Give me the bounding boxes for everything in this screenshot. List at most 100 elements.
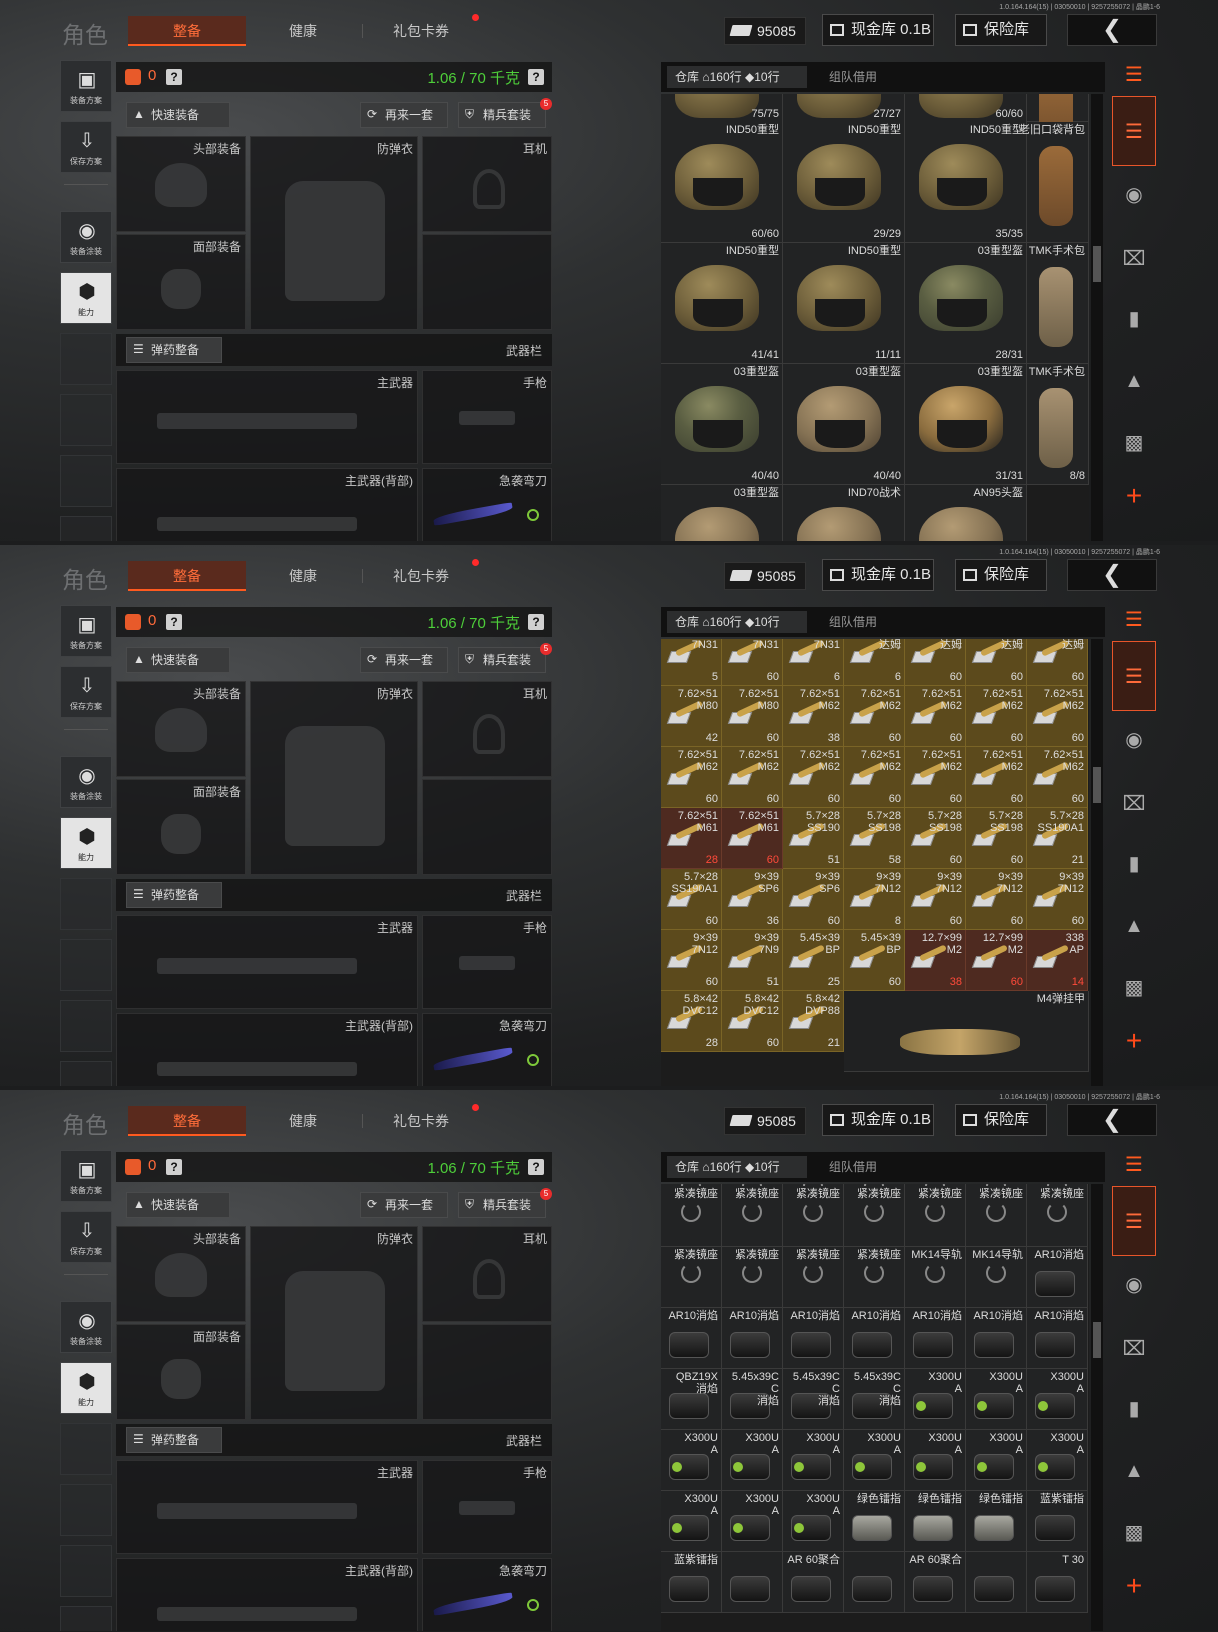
inventory-item[interactable]: X300U A [661,1491,722,1552]
rifle-category-icon[interactable]: ⌧ [1112,775,1156,833]
inventory-item[interactable]: X300U A [905,1369,966,1430]
equipment-skin-button[interactable]: ◉ 装备涂装 [60,211,112,263]
inventory-item[interactable] [844,1552,905,1613]
inventory-item[interactable]: 蓝紫镭指 [661,1552,722,1613]
inventory-item[interactable]: 紧凑镜座 [661,1186,722,1247]
inventory-item[interactable]: 9×19 7N31 6 [783,639,844,686]
inventory-item[interactable]: AR10消焰 [905,1308,966,1369]
inventory-item[interactable]: 5.7×28 SS190A1 21 [1027,808,1088,869]
add-icon[interactable]: + [1112,1557,1156,1615]
loadout-plan-button[interactable]: ▣ 装备方案 [60,60,112,112]
ear-slot[interactable]: 耳机 [422,681,552,777]
inventory-item[interactable]: 9×39 7N12 60 [661,930,722,991]
inventory-item[interactable]: T 30 [1027,1552,1088,1613]
tab-health[interactable]: 健康 [244,1106,362,1136]
inventory-item[interactable]: 蓝紫镭指 [1027,1491,1088,1552]
inventory-item[interactable]: 03重型盔 28/31 [905,243,1027,364]
inventory-item[interactable]: 5.45x39C C 消焰 [722,1369,783,1430]
inventory-item[interactable]: MK14导轨 [905,1247,966,1308]
primary-back-weapon-slot[interactable]: 主武器(背部) [116,1013,418,1086]
inventory-item[interactable]: X300U A [661,1430,722,1491]
save-plan-button[interactable]: ⇩ 保存方案 [60,666,112,718]
inventory-item[interactable]: IND50重型 11/11 [783,243,905,364]
inventory-item[interactable]: X300U A [1027,1369,1088,1430]
inventory-item[interactable]: AR 60聚合 [905,1552,966,1613]
inventory-item[interactable]: 27/27 [783,94,905,123]
inventory-item[interactable]: 5.45×39 BP 60 [844,930,905,991]
inventory-item[interactable]: IND50重型 41/41 [661,243,783,364]
inventory-item[interactable]: 7.62×51 M62 60 [905,747,966,808]
sort-icon[interactable]: ☰ [1112,599,1156,641]
face-slot[interactable]: 面部装备 [116,779,246,875]
inventory-item[interactable]: 5.7×28 SS198 60 [905,808,966,869]
sort-icon[interactable]: ☰ [1112,54,1156,96]
inventory-item[interactable]: TMK手术包 8/8 [1027,364,1089,485]
inventory-item[interactable]: 7.62×51 M62 60 [966,686,1027,747]
inventory-item[interactable]: IND50重型 35/35 [905,122,1027,243]
loadout-plan-button[interactable]: ▣ 装备方案 [60,1150,112,1202]
inventory-item[interactable]: 12.7×99 M2 38 [905,930,966,991]
help-icon[interactable]: ? [166,614,182,630]
inventory-item[interactable]: X300U A [905,1430,966,1491]
pistol-slot[interactable]: 手枪 [422,1460,552,1554]
back-button[interactable]: ❮ [1067,1104,1157,1136]
inventory-item[interactable]: 9×19 7N31 5 [661,639,722,686]
inventory-scrollbar[interactable] [1091,94,1103,541]
empty-gear-slot[interactable] [422,779,552,875]
help-icon[interactable]: ? [166,69,182,85]
attachment-category-icon[interactable]: ▩ [1112,959,1156,1017]
knife-slot[interactable]: 急袭弯刀 [422,1013,552,1086]
helmet-category-icon[interactable]: ◉ [1112,1256,1156,1314]
safe-button[interactable]: 保险库 [955,1104,1047,1136]
ability-button[interactable]: ⬢ 能力 [60,817,112,869]
inventory-item[interactable]: AR10消焰 [1027,1308,1088,1369]
inventory-item[interactable]: 9×39 7N12 60 [1027,869,1088,930]
team-borrow-tab[interactable]: 组队借用 [829,1156,877,1178]
add-icon[interactable]: + [1112,467,1156,525]
save-plan-button[interactable]: ⇩ 保存方案 [60,121,112,173]
inventory-item[interactable]: 紧凑镜座 [1027,1186,1088,1247]
quick-equip-button[interactable]: ▲ 快速装备 [126,647,230,673]
warehouse-tab[interactable]: 仓库 ⌂160行 ◆10行 [667,611,807,633]
helmet-category-icon[interactable]: ◉ [1112,166,1156,224]
ammo-category-icon[interactable]: ▲ [1112,1442,1156,1500]
head-slot[interactable]: 头部装备 [116,681,246,777]
inventory-item[interactable]: 60/60 [905,94,1027,123]
ammo-equip-button[interactable]: ☰ 弹药整备 [126,1427,222,1453]
ability-button[interactable]: ⬢ 能力 [60,272,112,324]
inventory-item[interactable] [966,1552,1027,1613]
inventory-item[interactable]: 7.62×51 M62 60 [783,747,844,808]
inventory-item[interactable]: AN95头盔 [905,485,1027,541]
inventory-item[interactable]: AR 60聚合 [783,1552,844,1613]
inventory-item[interactable]: 7.62×51 M62 60 [844,747,905,808]
inventory-item[interactable]: 7.62×51 M62 60 [844,686,905,747]
magazine-category-icon[interactable]: ▮ [1112,1380,1156,1438]
inventory-item[interactable]: AR10消焰 [966,1308,1027,1369]
knife-slot[interactable]: 急袭弯刀 [422,1558,552,1631]
inventory-item[interactable]: 7.62×51 M80 60 [722,686,783,747]
empty-gear-slot[interactable] [422,234,552,330]
inventory-item[interactable]: 9×19 达姆 60 [966,639,1027,686]
inventory-item[interactable]: 9×39 SP6 60 [783,869,844,930]
ability-button[interactable]: ⬢ 能力 [60,1362,112,1414]
pistol-slot[interactable]: 手枪 [422,915,552,1009]
inventory-item[interactable]: 7.62×51 M62 38 [783,686,844,747]
inventory-item[interactable]: 5.8×42 DVP88 21 [783,991,844,1052]
inventory-item[interactable]: IND50重型 60/60 [661,122,783,243]
sort-icon[interactable]: ☰ [1112,1144,1156,1186]
primary-back-weapon-slot[interactable]: 主武器(背部) [116,1558,418,1631]
scroll-thumb[interactable] [1093,1322,1101,1358]
inventory-item[interactable]: 75/75 [661,94,783,123]
face-slot[interactable]: 面部装备 [116,1324,246,1420]
inventory-item[interactable]: 5.7×28 SS198 58 [844,808,905,869]
rifle-category-icon[interactable]: ⌧ [1112,1320,1156,1378]
inventory-item[interactable]: QBZ19X 消焰 [661,1369,722,1430]
inventory-item[interactable]: 7.62×51 M62 60 [1027,747,1088,808]
inventory-item[interactable]: 5.45x39C C 消焰 [783,1369,844,1430]
inventory-item[interactable]: AR10消焰 [783,1308,844,1369]
inventory-item[interactable]: 7.62×51 M62 60 [722,747,783,808]
inventory-item[interactable] [722,1552,783,1613]
inventory-item[interactable]: 绿色镭指 [905,1491,966,1552]
inventory-item[interactable]: AR10消焰 [661,1308,722,1369]
help-icon[interactable]: ? [528,614,544,630]
